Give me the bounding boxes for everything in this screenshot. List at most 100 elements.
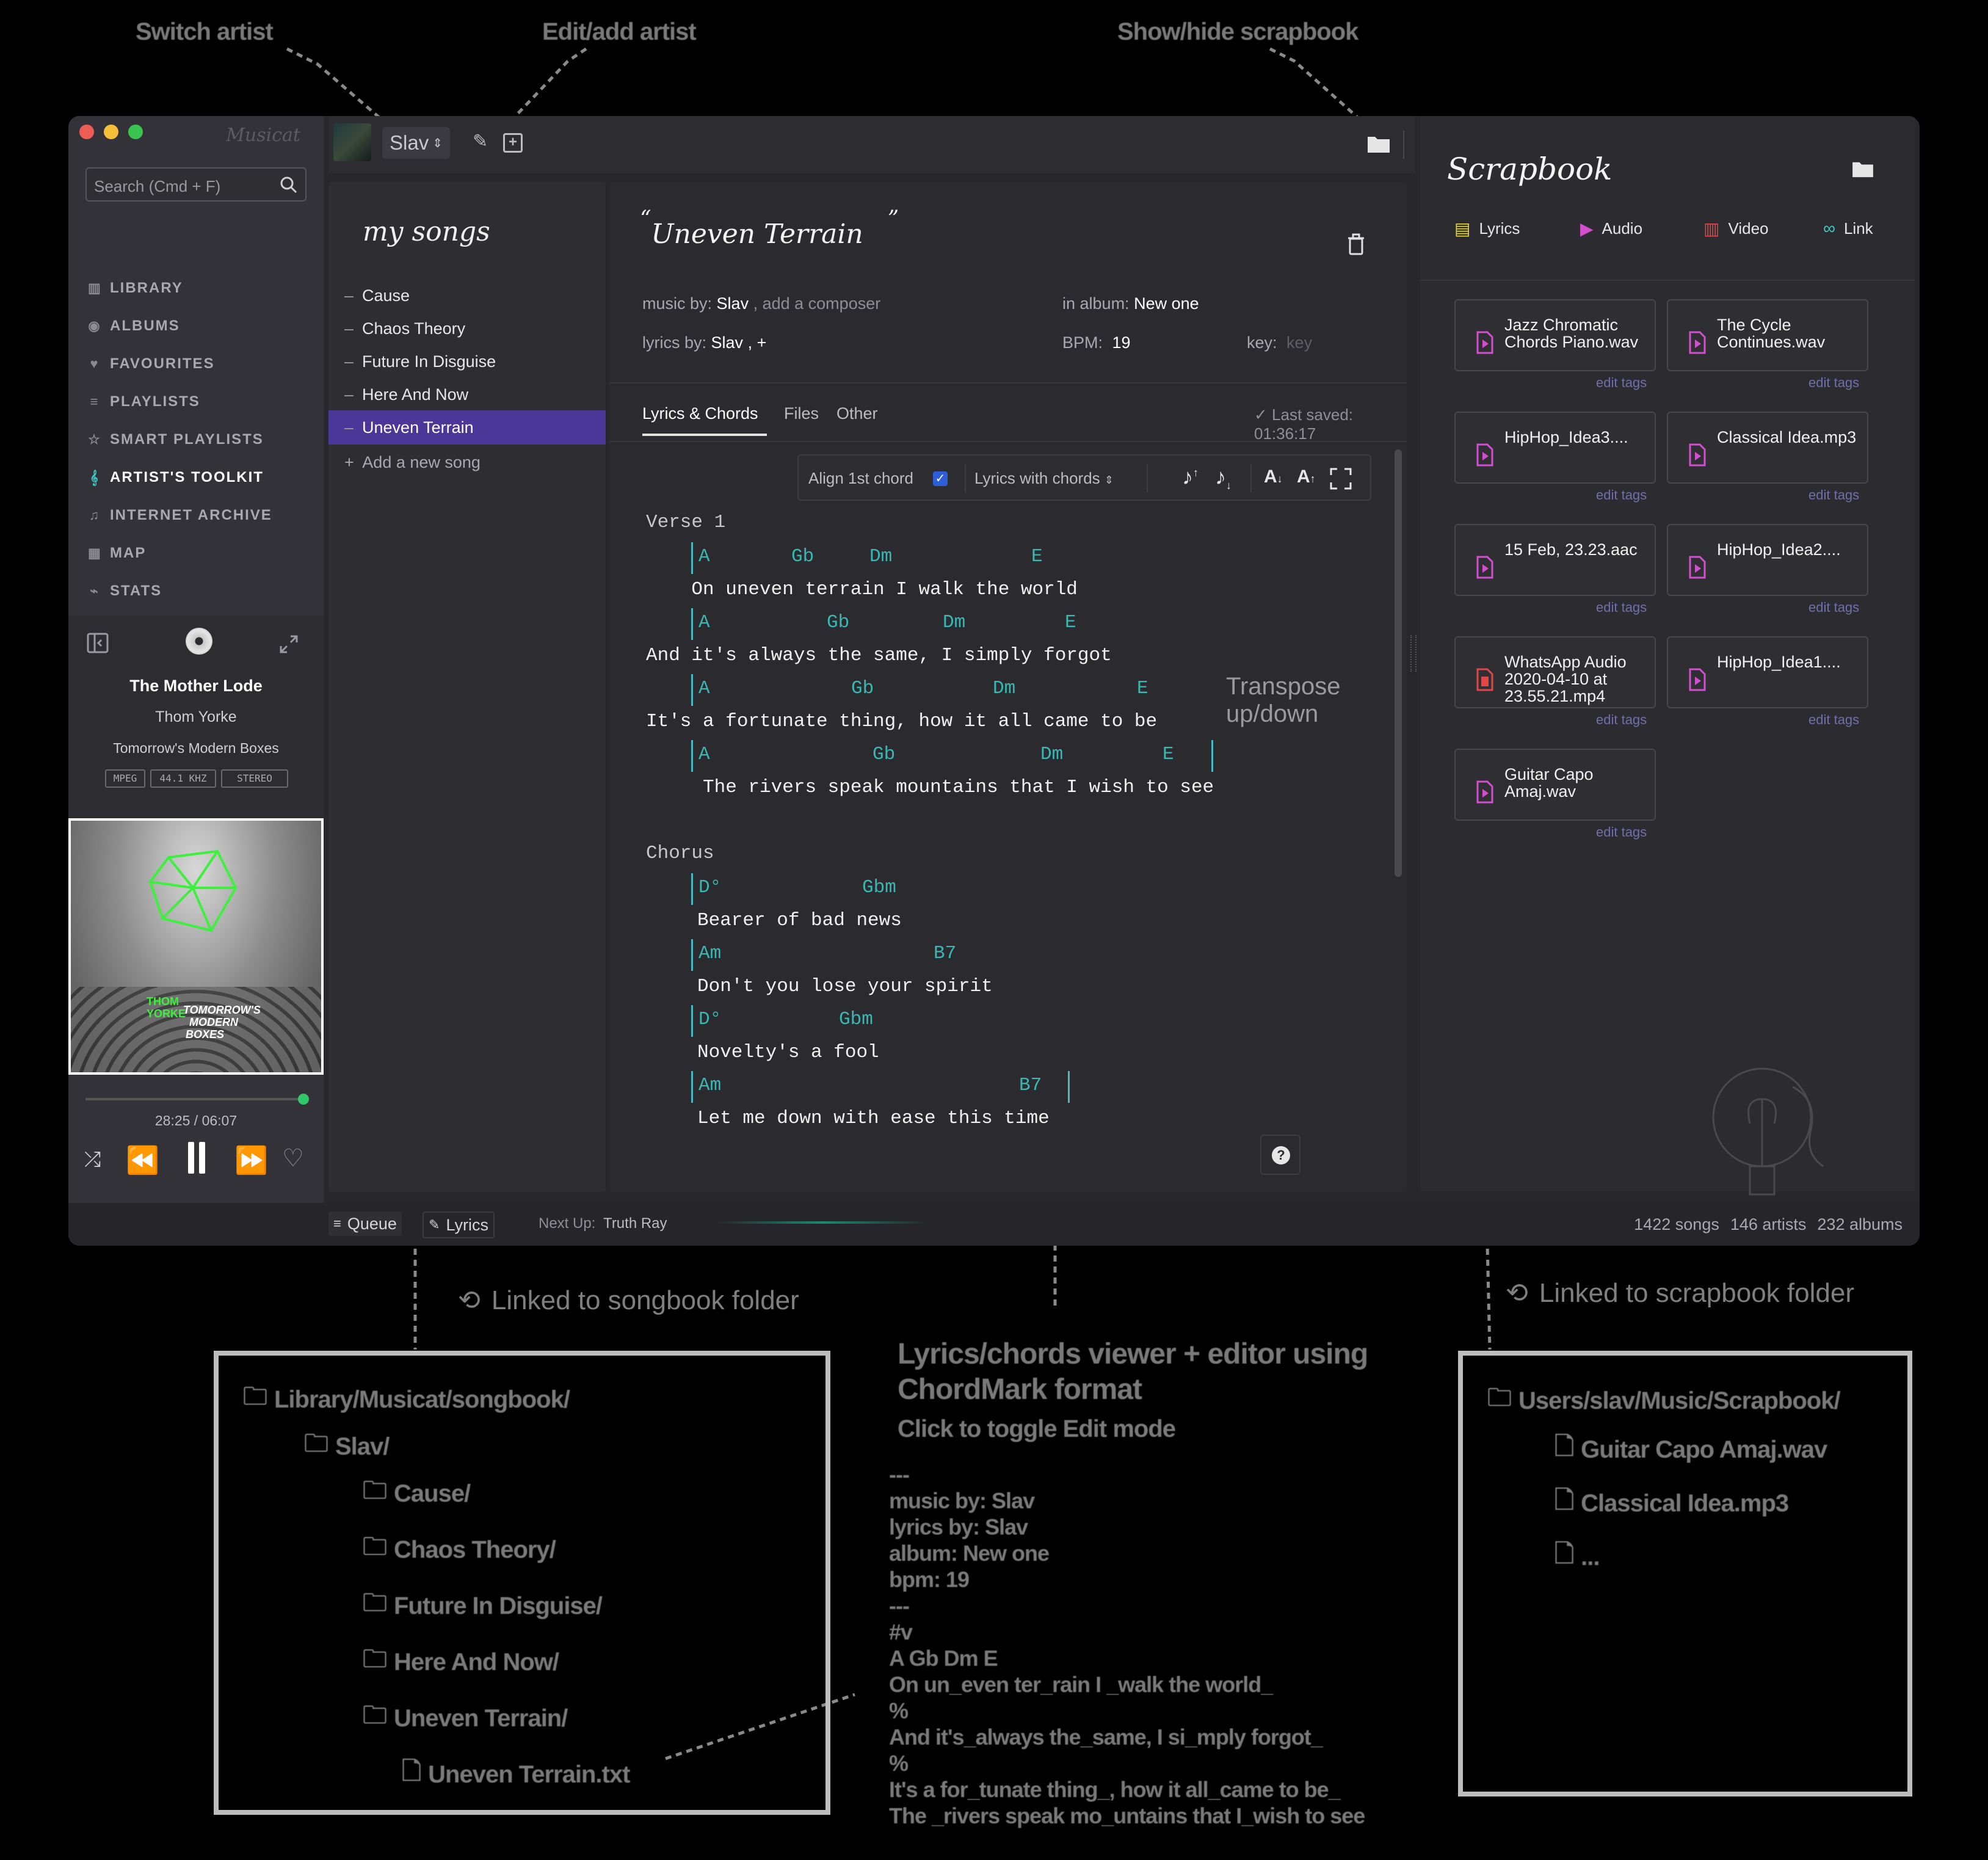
scrapbook-filter-lyrics[interactable]: ▤ Lyrics [1454, 219, 1520, 239]
previous-icon[interactable]: ⏪ [126, 1144, 159, 1176]
chord[interactable]: Gbm [862, 877, 896, 898]
scrapbook-item[interactable]: Jazz Chromatic Chords Piano.wav [1454, 299, 1656, 371]
chord[interactable]: Gb [791, 546, 814, 567]
artist-switcher[interactable]: Slav ⇕ [382, 127, 450, 159]
tab-other[interactable]: Other [836, 404, 878, 423]
lyrics-button[interactable]: ✎ Lyrics [423, 1212, 495, 1238]
chord[interactable]: Dm [869, 546, 892, 567]
edit-artist-pencil-icon[interactable]: ✎ [473, 131, 488, 152]
chord[interactable]: Am [698, 943, 721, 964]
song-list-item[interactable]: – Uneven Terrain [328, 410, 606, 445]
display-mode-select[interactable]: Lyrics with chords ⇕ [974, 469, 1114, 488]
song-title[interactable]: “Uneven Terrain” [640, 206, 899, 250]
scrapbook-item[interactable]: 15 Feb, 23.23.aac [1454, 524, 1656, 596]
edit-tags-link[interactable]: edit tags [1808, 600, 1859, 616]
lyrics-chords-sheet[interactable]: Verse 1 A Gb Dm E On uneven terrain I walk t… [646, 512, 1366, 1183]
add-composer-link[interactable]: , add a composer [753, 294, 881, 313]
sidebar-item-favourites[interactable]: ♥ FAVOURITES [88, 352, 215, 376]
sidebar-item-stats[interactable]: ⌁ STATS [88, 579, 162, 603]
chord[interactable]: Gb [827, 612, 849, 633]
chord[interactable]: E [1031, 546, 1043, 567]
lyric-line[interactable]: Novelty's a fool [697, 1042, 879, 1063]
align-first-chord-checkbox[interactable]: ✓ [933, 471, 948, 486]
chord[interactable]: Dm [1040, 744, 1063, 765]
trash-icon[interactable] [1347, 233, 1365, 255]
scrapbook-item[interactable]: Guitar Capo Amaj.wav [1454, 749, 1656, 821]
folder-icon[interactable] [1366, 134, 1391, 154]
lyric-line[interactable]: Don't you lose your spirit [697, 976, 993, 997]
sidebar-item-playlists[interactable]: ≡ PLAYLISTS [88, 390, 200, 414]
next-up-track[interactable]: Truth Ray [603, 1215, 667, 1232]
favourite-heart-icon[interactable]: ♡ [282, 1144, 304, 1172]
fullscreen-icon[interactable] [1330, 468, 1352, 490]
add-artist-icon[interactable]: + [503, 133, 523, 153]
add-song-button[interactable]: + Add a new song [344, 453, 481, 472]
scrapbook-item[interactable]: HipHop_Idea2.... [1667, 524, 1868, 596]
chord[interactable]: B7 [934, 943, 956, 964]
queue-button[interactable]: ≡ Queue [328, 1212, 402, 1236]
chord[interactable]: Dm [993, 678, 1015, 699]
scrapbook-item[interactable]: WhatsApp Audio 2020-04-10 at 23.55.21.mp… [1454, 636, 1656, 708]
sidebar-item-artist-s-toolkit[interactable]: 𝄞 ARTIST'S TOOLKIT [88, 465, 264, 490]
edit-tags-link[interactable]: edit tags [1808, 375, 1859, 391]
chord[interactable]: E [1065, 612, 1076, 633]
edit-tags-link[interactable]: edit tags [1596, 600, 1647, 616]
font-increase-icon[interactable]: A↑ [1297, 467, 1316, 487]
panel-resize-handle[interactable] [1410, 635, 1417, 672]
add-lyricist-button[interactable]: , + [748, 333, 767, 352]
next-icon[interactable]: ⏩ [234, 1144, 268, 1176]
edit-tags-link[interactable]: edit tags [1596, 487, 1647, 503]
pause-icon[interactable] [184, 1142, 209, 1174]
chord[interactable]: A [698, 546, 710, 567]
transpose-up-icon[interactable]: ♪↑ [1182, 464, 1199, 490]
lyric-line[interactable]: The rivers speak mountains that I wish t… [646, 777, 1214, 798]
tab-files[interactable]: Files [784, 404, 819, 423]
key-input[interactable]: key [1286, 333, 1312, 352]
collapse-sidebar-icon[interactable] [87, 633, 110, 655]
chord[interactable]: Am [698, 1075, 721, 1096]
expand-icon[interactable] [278, 634, 299, 655]
progress-handle[interactable] [297, 1094, 309, 1105]
song-list-item[interactable]: – Here And Now [328, 377, 606, 412]
scrapbook-item[interactable]: Classical Idea.mp3 [1667, 412, 1868, 484]
chord[interactable]: B7 [1019, 1075, 1042, 1096]
progress-bar[interactable] [85, 1094, 309, 1105]
lyric-line[interactable]: It's a fortunate thing, how it all came … [646, 711, 1157, 732]
music-by-value[interactable]: Slav [717, 294, 749, 313]
bpm-value[interactable]: 19 [1112, 333, 1131, 352]
tab-lyrics-chords[interactable]: Lyrics & Chords [642, 404, 758, 423]
scrapbook-filter-video[interactable]: ▥ Video [1703, 219, 1769, 239]
search-icon[interactable] [278, 175, 299, 195]
scrapbook-item[interactable]: HipHop_Idea3.... [1454, 412, 1656, 484]
song-list-item[interactable]: – Cause [328, 278, 606, 313]
chord[interactable]: A [698, 744, 710, 765]
chord[interactable]: D° [698, 1009, 721, 1030]
lyric-line[interactable]: And it's always the same, I simply forgo… [646, 645, 1112, 666]
chord[interactable]: Gbm [839, 1009, 873, 1030]
edit-tags-link[interactable]: edit tags [1808, 712, 1859, 728]
edit-tags-link[interactable]: edit tags [1596, 375, 1647, 391]
scrapbook-item[interactable]: HipHop_Idea1.... [1667, 636, 1868, 708]
shuffle-icon[interactable]: ⤮ [84, 1148, 101, 1172]
sidebar-item-library[interactable]: ▥ LIBRARY [88, 276, 183, 300]
song-list-item[interactable]: – Future In Disguise [328, 344, 606, 379]
minimize-window-button[interactable] [104, 125, 118, 139]
scrapbook-item[interactable]: The Cycle Continues.wav [1667, 299, 1868, 371]
lyrics-by-value[interactable]: Slav [711, 333, 744, 352]
lyric-line[interactable]: Let me down with ease this time [697, 1108, 1050, 1129]
chord[interactable]: A [698, 612, 710, 633]
sidebar-item-smart-playlists[interactable]: ☆ SMART PLAYLISTS [88, 427, 264, 452]
lyric-line[interactable]: Bearer of bad news [697, 910, 902, 931]
scrapbook-filter-audio[interactable]: ▶ Audio [1580, 219, 1642, 239]
chord[interactable]: D° [698, 877, 721, 898]
chord[interactable]: E [1137, 678, 1148, 699]
album-value[interactable]: New one [1134, 294, 1199, 313]
search-input[interactable]: Search (Cmd + F) [85, 167, 307, 202]
chord[interactable]: A [698, 678, 710, 699]
sidebar-item-albums[interactable]: ◉ ALBUMS [88, 314, 180, 338]
edit-tags-link[interactable]: edit tags [1596, 824, 1647, 840]
sidebar-item-map[interactable]: ▦ MAP [88, 541, 146, 565]
transpose-down-icon[interactable]: ♪↓ [1215, 464, 1232, 492]
song-list-item[interactable]: – Chaos Theory [328, 311, 606, 346]
edit-tags-link[interactable]: edit tags [1808, 487, 1859, 503]
